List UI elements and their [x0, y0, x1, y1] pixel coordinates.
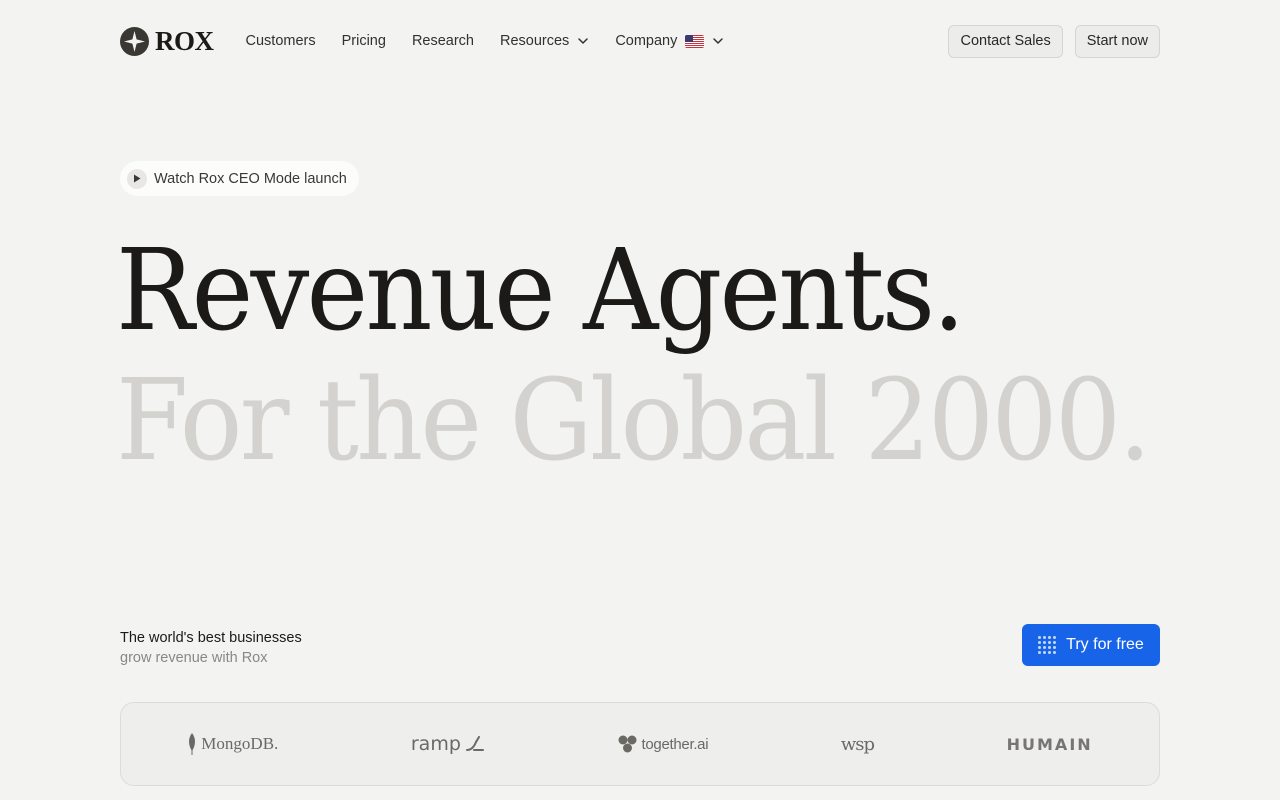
together-ai-wordmark: together.ai [641, 735, 709, 753]
nav-links: Customers Pricing Research Resources Com… [246, 33, 725, 49]
try-for-free-label: Try for free [1066, 636, 1144, 653]
us-flag-icon[interactable] [685, 34, 705, 48]
chevron-down-icon [713, 38, 724, 44]
rox-logo[interactable]: ROX [120, 25, 214, 56]
logo-wordmark: ROX [155, 25, 214, 56]
grid-dots-icon [1038, 636, 1057, 654]
nav-link-resources-label: Resources [500, 33, 570, 49]
nav-link-pricing[interactable]: Pricing [342, 33, 386, 49]
chevron-down-icon [578, 38, 589, 44]
watch-launch-pill[interactable]: Watch Rox CEO Mode launch [120, 161, 359, 196]
nav-actions: Contact Sales Start now [948, 24, 1160, 58]
humain-wordmark: HUMAIN [1006, 734, 1093, 754]
nav-link-company-label: Company [615, 33, 678, 49]
together-ai-logo: together.ai [618, 735, 709, 753]
play-icon [127, 168, 147, 189]
ramp-logo: ramp [411, 733, 485, 755]
customer-tagline: The world's best businesses grow revenue… [120, 628, 302, 668]
start-now-button[interactable]: Start now [1074, 24, 1160, 58]
rox-star-icon [120, 26, 149, 56]
together-icon [618, 735, 636, 753]
nav-link-resources[interactable]: Resources [500, 33, 589, 49]
ramp-wordmark: ramp [410, 733, 461, 755]
ramp-icon [465, 736, 484, 751]
hero-headline: Revenue Agents. [116, 226, 965, 356]
nav-link-customers[interactable]: Customers [246, 33, 316, 49]
tagline-line-2: grow revenue with Rox [120, 650, 268, 666]
contact-sales-button[interactable]: Contact Sales [948, 24, 1063, 58]
humain-logo: HUMAIN [1007, 735, 1093, 754]
mongodb-logo: MongoDB. [187, 733, 278, 755]
nav-link-research[interactable]: Research [412, 33, 474, 49]
try-for-free-button[interactable]: Try for free [1022, 624, 1160, 666]
hero-subheadline: For the Global 2000. [116, 356, 1151, 486]
nav-link-company[interactable]: Company [615, 33, 724, 49]
watch-launch-label: Watch Rox CEO Mode launch [154, 170, 347, 187]
wsp-logo: wsp [840, 733, 875, 755]
customer-logo-strip: MongoDB. ramp together.ai wsp HUMAIN [120, 702, 1160, 786]
mongodb-wordmark: MongoDB. [201, 734, 279, 753]
wsp-wordmark: wsp [840, 733, 875, 755]
leaf-icon [189, 733, 196, 755]
top-nav: ROX Customers Pricing Research Resources… [120, 24, 1160, 58]
tagline-line-1: The world's best businesses [120, 630, 302, 646]
